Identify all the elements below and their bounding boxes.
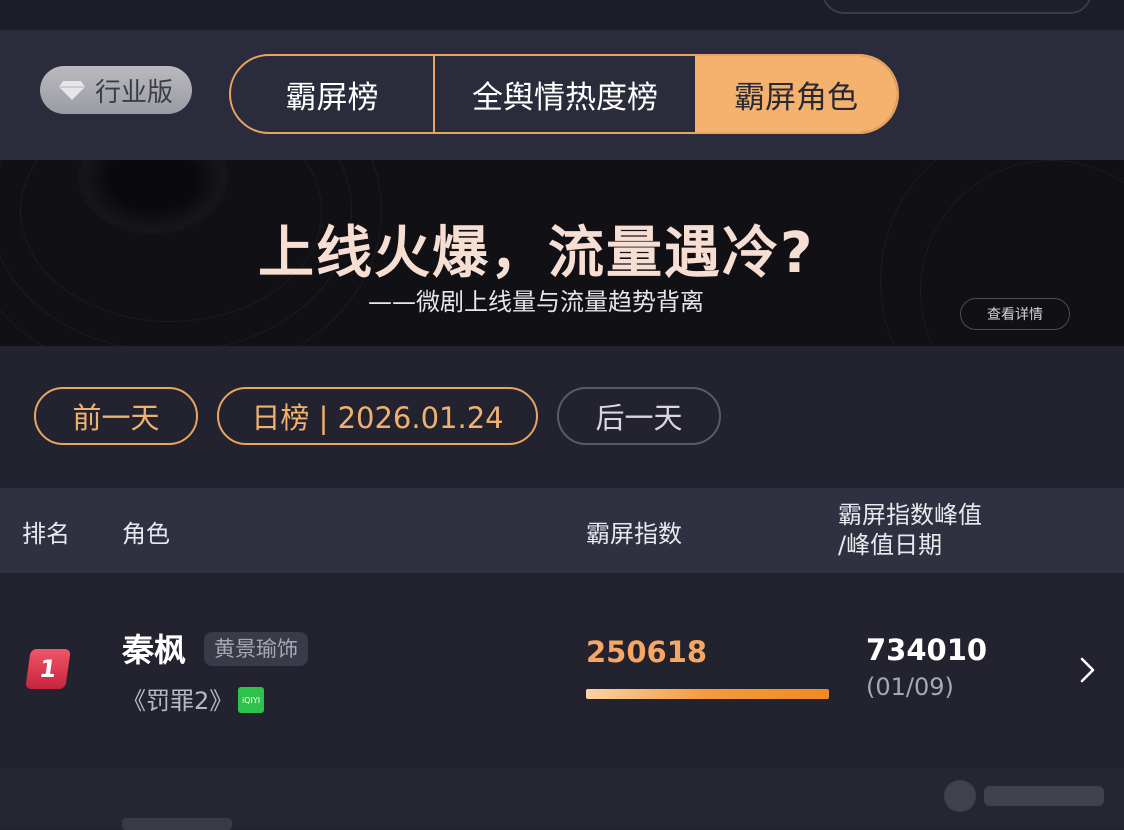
diamond-icon bbox=[58, 81, 85, 100]
view-details-button[interactable]: 查看详情 bbox=[960, 298, 1070, 330]
watermark-icon bbox=[944, 780, 1104, 812]
industry-version-label: 行业版 bbox=[94, 77, 173, 108]
actor-tag: 黄景瑜饰 bbox=[204, 632, 308, 666]
tab-dominance-roles[interactable]: 霸屏角色 bbox=[695, 56, 897, 132]
search-pill-edge[interactable] bbox=[822, 0, 1092, 14]
table-row[interactable]: 1 秦枫 黄景瑜饰 《罚罪2》 iQIYI 250618 734010 (01/… bbox=[0, 573, 1124, 769]
previous-day-button[interactable]: 前一天 bbox=[34, 387, 198, 445]
column-header-peak-line1: 霸屏指数峰值 bbox=[838, 501, 982, 529]
next-day-button[interactable]: 后一天 bbox=[557, 387, 721, 445]
iqiyi-platform-icon: iQIYI bbox=[238, 687, 264, 713]
banner-subtitle: ——微剧上线量与流量趋势背离 bbox=[368, 288, 704, 316]
column-header-rank: 排名 bbox=[22, 520, 70, 548]
character-name: 秦枫 bbox=[122, 631, 187, 669]
top-status-strip bbox=[0, 0, 1124, 30]
next-row-peek bbox=[122, 818, 232, 830]
column-header-index: 霸屏指数 bbox=[586, 520, 682, 548]
dominance-index-bar-fill bbox=[586, 689, 829, 699]
peak-index-value: 734010 bbox=[866, 633, 988, 667]
column-header-role: 角色 bbox=[122, 520, 170, 548]
tab-dominance-board[interactable]: 霸屏榜 bbox=[231, 56, 435, 132]
rank-badge: 1 bbox=[25, 649, 71, 689]
column-header-peak: 霸屏指数峰值 /峰值日期 bbox=[838, 500, 982, 560]
dominance-index-value: 250618 bbox=[586, 635, 708, 669]
drama-title: 《罚罪2》 bbox=[122, 687, 234, 715]
table-header: 排名 角色 霸屏指数 霸屏指数峰值 /峰值日期 bbox=[0, 488, 1124, 573]
promo-banner[interactable]: 上线火爆，流量遇冷? ——微剧上线量与流量趋势背离 查看详情 bbox=[0, 160, 1124, 346]
chevron-right-icon[interactable] bbox=[1076, 655, 1100, 685]
date-navigation: 前一天 日榜 | 2026.01.24 后一天 bbox=[0, 346, 1124, 488]
date-picker-button[interactable]: 日榜 | 2026.01.24 bbox=[217, 387, 538, 445]
tab-public-opinion-board[interactable]: 全舆情热度榜 bbox=[435, 56, 695, 132]
peak-date: (01/09) bbox=[866, 673, 954, 701]
banner-title: 上线火爆，流量遇冷? bbox=[258, 221, 815, 286]
industry-version-badge[interactable]: 行业版 bbox=[40, 66, 192, 114]
column-header-peak-line2: /峰值日期 bbox=[838, 531, 943, 559]
board-header: 行业版 霸屏榜 全舆情热度榜 霸屏角色 bbox=[0, 30, 1124, 160]
board-tabs: 霸屏榜 全舆情热度榜 霸屏角色 bbox=[229, 54, 899, 134]
dominance-index-bar bbox=[586, 689, 829, 699]
